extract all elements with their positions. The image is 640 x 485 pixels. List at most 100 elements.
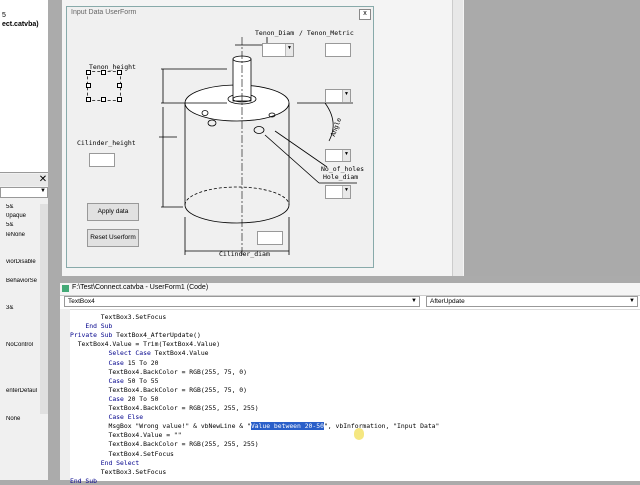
code-line[interactable]: Case 50 To 55	[70, 376, 159, 385]
close-icon[interactable]: ✕	[38, 174, 48, 185]
code-text: TextBox4.Value = ""	[108, 431, 182, 440]
code-text: 15 To 20	[123, 358, 159, 367]
code-gutter	[60, 309, 70, 480]
code-text: 50 To 55	[123, 376, 159, 385]
chevron-down-icon[interactable]: ▼	[342, 186, 350, 198]
chevron-down-icon[interactable]: ▼	[629, 298, 635, 304]
cylinder-height-field[interactable]	[89, 153, 115, 167]
property-row[interactable]: None	[6, 416, 40, 422]
label-no-of-holes: No_of_holes	[321, 165, 365, 173]
label-tenon-diam: Tenon_Diam	[255, 29, 295, 37]
object-combo[interactable]: TextBox4 ▼	[64, 296, 420, 307]
selected-control-frame[interactable]	[86, 70, 122, 102]
property-row[interactable]: leNone	[6, 232, 40, 238]
code-keyword: End Sub	[85, 322, 113, 331]
designer-scrollbar[interactable]	[452, 0, 463, 276]
code-line[interactable]: Case 15 To 20	[70, 358, 159, 367]
tenon-metric-field[interactable]	[325, 43, 351, 57]
hole-diam-combo[interactable]: ▼	[325, 185, 351, 199]
label-cylinder-height: Cilinder_height	[77, 139, 136, 147]
chevron-down-icon[interactable]: ▼	[342, 150, 350, 161]
object-combo-value: TextBox4	[68, 298, 95, 305]
chevron-down-icon[interactable]: ▼	[40, 188, 46, 194]
label-tenon-height: Tenon_height	[89, 63, 136, 71]
procedure-combo[interactable]: AfterUpdate ▼	[426, 296, 638, 307]
code-keyword: Case	[108, 394, 124, 403]
code-text: TextBox4.Value	[150, 349, 209, 358]
cylinder-diam-field[interactable]	[257, 231, 283, 245]
procedure-combo-value: AfterUpdate	[430, 298, 465, 305]
reset-userform-button[interactable]: Reset Userform	[87, 229, 139, 247]
properties-scrollbar[interactable]	[40, 204, 48, 414]
chevron-down-icon[interactable]: ▼	[411, 298, 417, 304]
property-row[interactable]: NoControl	[6, 342, 40, 348]
code-window-title: F:\Test\Connect.catvba - UserForm1 (Code…	[72, 284, 209, 291]
code-line[interactable]: TextBox4.Value = Trim(TextBox4.Value)	[70, 340, 220, 348]
code-line[interactable]: TextBox3.SetFocus	[70, 313, 166, 321]
label-hole-diam: Hole_diam	[323, 173, 359, 181]
code-text: 20 To 50	[123, 394, 159, 403]
property-row[interactable]: BehaviorSe	[6, 278, 40, 284]
code-line[interactable]: TextBox4.Value = ""	[70, 431, 182, 440]
code-keyword: End Select	[100, 458, 140, 467]
code-keyword: Case Else	[108, 413, 144, 422]
userform[interactable]: Input Data UserForm x Tenon_Diam / Tenon…	[66, 6, 374, 268]
code-line[interactable]: End Sub	[70, 477, 97, 485]
project-item-catvba[interactable]: ect.catvba)	[2, 21, 39, 28]
project-item[interactable]: 5	[2, 12, 6, 19]
code-line[interactable]: TextBox3.SetFocus	[70, 468, 166, 476]
property-row[interactable]: 5&	[6, 222, 40, 228]
code-window-titlebar: F:\Test\Connect.catvba - UserForm1 (Code…	[60, 283, 640, 296]
code-keyword: Case	[108, 376, 124, 385]
code-window-icon	[62, 285, 69, 292]
chevron-down-icon[interactable]: ▼	[285, 44, 293, 56]
code-keyword: Select Case	[108, 349, 151, 358]
code-line[interactable]: Select Case TextBox4.Value	[70, 349, 209, 358]
code-line[interactable]: TextBox4.BackColor = RGB(255, 255, 255)	[70, 404, 259, 412]
property-row[interactable]: viorDisable	[6, 259, 40, 265]
code-text: MsgBox "Wrong value!" & vbNewLine & "	[108, 422, 251, 431]
code-text: TextBox4.BackColor = RGB(255, 255, 255)	[108, 440, 259, 449]
chevron-down-icon[interactable]: ▼	[342, 90, 350, 102]
project-explorer[interactable]: 5 ect.catvba)	[0, 0, 48, 173]
code-text: ", vbInformation, "Input Data"	[323, 422, 440, 431]
tenon-diam-combo[interactable]: ▼	[262, 43, 294, 57]
code-text: TextBox4.SetFocus	[108, 449, 174, 458]
left-panel: 5 ect.catvba) ✕ ▼ 5& 0paque 5& leNone viorDi…	[0, 0, 48, 480]
code-text: TextBox4_AfterUpdate()	[112, 331, 201, 340]
properties-object-combo[interactable]: ▼	[0, 187, 48, 198]
angle-combo[interactable]: ▼	[325, 89, 351, 103]
code-text: TextBox4.BackColor = RGB(255, 75, 0)	[108, 367, 247, 376]
code-line[interactable]: Private Sub TextBox4_AfterUpdate()	[70, 331, 201, 339]
code-line[interactable]: Case 20 To 50	[70, 394, 159, 403]
code-window: F:\Test\Connect.catvba - UserForm1 (Code…	[60, 283, 640, 485]
code-editor[interactable]: TextBox3.SetFocus End Sub Private Sub Tex…	[70, 309, 640, 485]
mdi-background	[464, 0, 640, 276]
code-text: TextBox4.BackColor = RGB(255, 255, 255)	[108, 404, 259, 412]
code-line[interactable]: MsgBox "Wrong value!" & vbNewLine & "Val…	[70, 422, 440, 431]
code-line[interactable]: TextBox4.BackColor = RGB(255, 75, 0)	[70, 368, 247, 376]
code-line[interactable]: TextBox4.BackColor = RGB(255, 75, 0)	[70, 386, 247, 394]
code-text: TextBox4.Value = Trim(TextBox4.Value)	[77, 340, 221, 349]
code-keyword: Private Sub	[70, 331, 113, 340]
no-of-holes-combo[interactable]: ▼	[325, 149, 351, 162]
property-row[interactable]: 5&	[6, 204, 40, 210]
property-row[interactable]: 0paque	[6, 213, 40, 219]
property-row[interactable]: enterDefaul	[6, 388, 40, 394]
label-cylinder-diam: Cilinder_diam	[219, 250, 270, 258]
code-text: TextBox4.BackColor = RGB(255, 75, 0)	[108, 385, 247, 394]
code-line[interactable]: TextBox4.SetFocus	[70, 449, 174, 458]
code-line[interactable]: End Sub	[70, 322, 112, 330]
code-line[interactable]: Case Else	[70, 413, 143, 421]
code-line[interactable]: TextBox4.BackColor = RGB(255, 255, 255)	[70, 440, 259, 449]
code-text: TextBox3.SetFocus	[100, 467, 167, 476]
label-tenon-metric: / Tenon_Metric	[299, 29, 354, 37]
code-text: TextBox3.SetFocus	[100, 313, 167, 321]
code-keyword: End Sub	[70, 476, 97, 485]
property-row[interactable]: 3&	[6, 305, 40, 311]
code-keyword: Case	[108, 358, 124, 367]
code-line[interactable]: End Select	[70, 459, 139, 467]
selected-text[interactable]: Value between 20-50	[250, 422, 324, 431]
mouse-cursor-highlight	[354, 428, 364, 440]
apply-data-button[interactable]: Apply data	[87, 203, 139, 221]
